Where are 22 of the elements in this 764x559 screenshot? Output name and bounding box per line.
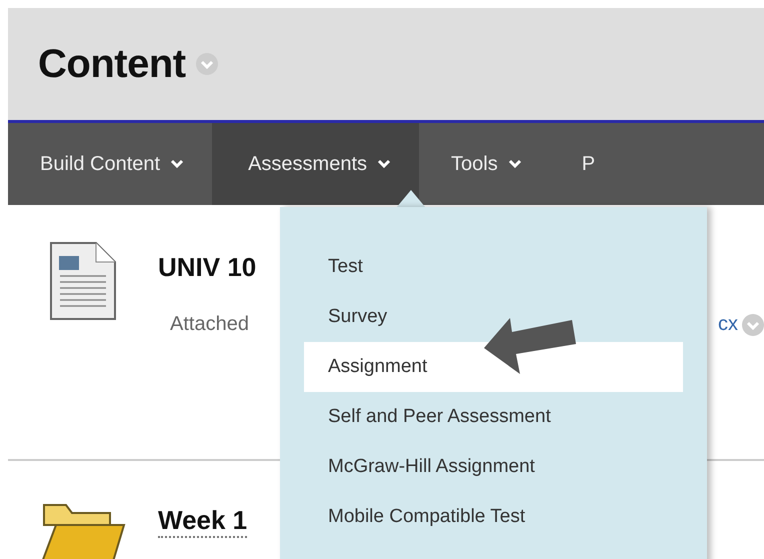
menu-item[interactable]: Self and Peer Assessment bbox=[304, 392, 683, 442]
document-icon bbox=[50, 242, 116, 320]
folder-icon bbox=[40, 501, 126, 559]
chevron-down-icon bbox=[377, 159, 392, 169]
chevron-down-icon bbox=[170, 159, 184, 169]
menu-item[interactable]: Assignment bbox=[304, 342, 683, 392]
nav-tab[interactable]: Tools bbox=[419, 123, 550, 205]
file-link[interactable]: cx bbox=[718, 313, 738, 336]
item-description: Attached bbox=[170, 313, 249, 336]
nav-tab[interactable]: Assessments bbox=[212, 123, 420, 205]
menu-item[interactable]: Mobile Compatible Test bbox=[304, 492, 683, 542]
chevron-down-icon[interactable] bbox=[742, 314, 764, 336]
nav-tab[interactable]: Build Content bbox=[8, 123, 212, 205]
page-title: Content bbox=[38, 42, 186, 86]
item-title: UNIV 10 bbox=[158, 252, 256, 283]
menu-item[interactable]: Survey bbox=[304, 292, 683, 342]
chevron-down-icon[interactable] bbox=[196, 53, 218, 75]
menu-item[interactable]: McGraw-Hill Assignment bbox=[304, 442, 683, 492]
chevron-down-icon bbox=[508, 159, 522, 169]
item-title[interactable]: Week 1 bbox=[158, 505, 248, 538]
menu-item[interactable]: Test bbox=[304, 242, 683, 292]
nav-tab[interactable]: P bbox=[550, 123, 624, 205]
